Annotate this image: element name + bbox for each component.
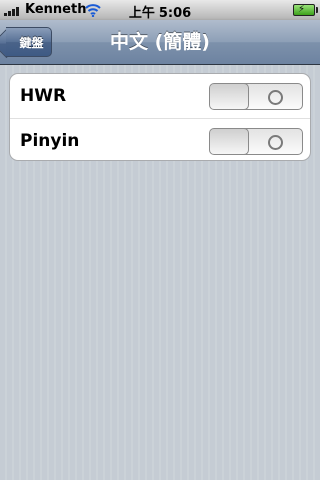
time-value: 5:06 [158, 6, 192, 21]
off-indicator-icon [268, 90, 283, 105]
toggle-knob [210, 129, 249, 154]
time-prefix: 上午 [128, 6, 155, 21]
battery-charging-icon: ⚡ [293, 4, 318, 16]
status-bar: Kenneth 上午 5:06 ⚡ [0, 0, 320, 21]
navigation-bar: 鍵盤 中文 (簡體) [0, 20, 320, 65]
setting-label: HWR [20, 86, 67, 106]
setting-row-hwr: HWR [10, 74, 310, 118]
status-clock: 上午 5:06 [0, 2, 320, 21]
back-button[interactable]: 鍵盤 [6, 27, 52, 57]
settings-group: HWR Pinyin [9, 73, 311, 161]
pinyin-toggle[interactable] [209, 128, 303, 155]
setting-row-pinyin: Pinyin [10, 118, 310, 163]
page-title: 中文 (簡體) [110, 31, 210, 53]
setting-label: Pinyin [20, 131, 80, 151]
off-indicator-icon [268, 135, 283, 150]
hwr-toggle[interactable] [209, 83, 303, 110]
toggle-knob [210, 84, 249, 109]
